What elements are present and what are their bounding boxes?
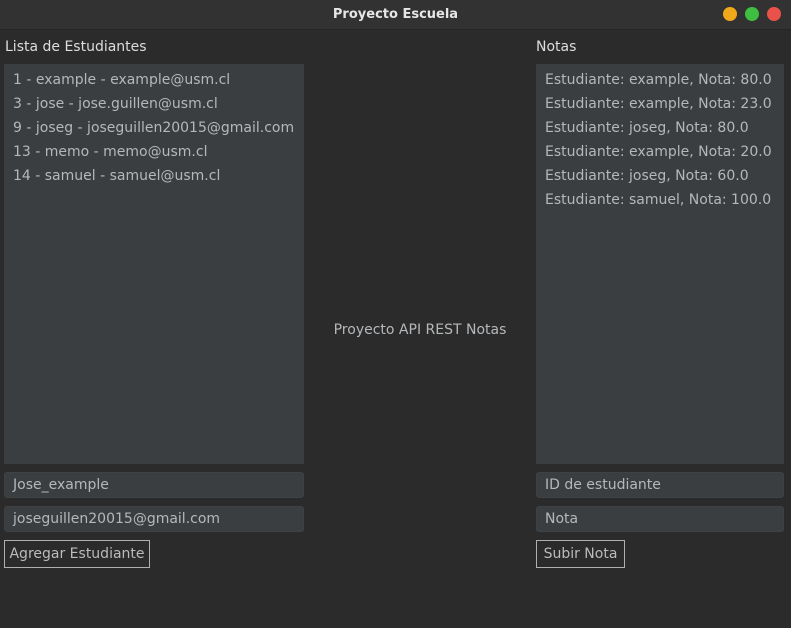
list-item[interactable]: 9 - joseg - joseguillen20015@gmail.com <box>4 116 304 140</box>
list-item[interactable]: 14 - samuel - samuel@usm.cl <box>4 164 304 188</box>
grades-heading: Notas <box>536 39 577 55</box>
grades-list[interactable]: Estudiante: example, Nota: 80.0 Estudian… <box>536 64 784 464</box>
add-student-button[interactable]: Agregar Estudiante <box>4 540 150 568</box>
list-item[interactable]: Estudiante: example, Nota: 23.0 <box>536 92 784 116</box>
list-item[interactable]: Estudiante: example, Nota: 80.0 <box>536 68 784 92</box>
list-item[interactable]: 1 - example - example@usm.cl <box>4 68 304 92</box>
list-item[interactable]: 13 - memo - memo@usm.cl <box>4 140 304 164</box>
list-item[interactable]: 3 - jose - jose.guillen@usm.cl <box>4 92 304 116</box>
list-item[interactable]: Estudiante: joseg, Nota: 60.0 <box>536 164 784 188</box>
list-item[interactable]: Estudiante: samuel, Nota: 100.0 <box>536 188 784 212</box>
app-description-label: Proyecto API REST Notas <box>333 322 507 338</box>
students-list[interactable]: 1 - example - example@usm.cl 3 - jose - … <box>4 64 304 464</box>
window-title: Proyecto Escuela <box>332 7 459 22</box>
student-id-input[interactable]: ID de estudiante <box>536 472 784 498</box>
student-email-input[interactable]: joseguillen20015@gmail.com <box>4 506 304 532</box>
list-item[interactable]: Estudiante: example, Nota: 20.0 <box>536 140 784 164</box>
title-bar: Proyecto Escuela <box>0 0 791 30</box>
grade-input[interactable]: Nota <box>536 506 784 532</box>
list-item[interactable]: Estudiante: joseg, Nota: 80.0 <box>536 116 784 140</box>
close-icon[interactable] <box>767 7 781 21</box>
minimize-icon[interactable] <box>723 7 737 21</box>
student-name-input[interactable]: Jose_example <box>4 472 304 498</box>
maximize-icon[interactable] <box>745 7 759 21</box>
students-heading: Lista de Estudiantes <box>5 39 147 55</box>
submit-grade-button[interactable]: Subir Nota <box>536 540 625 568</box>
